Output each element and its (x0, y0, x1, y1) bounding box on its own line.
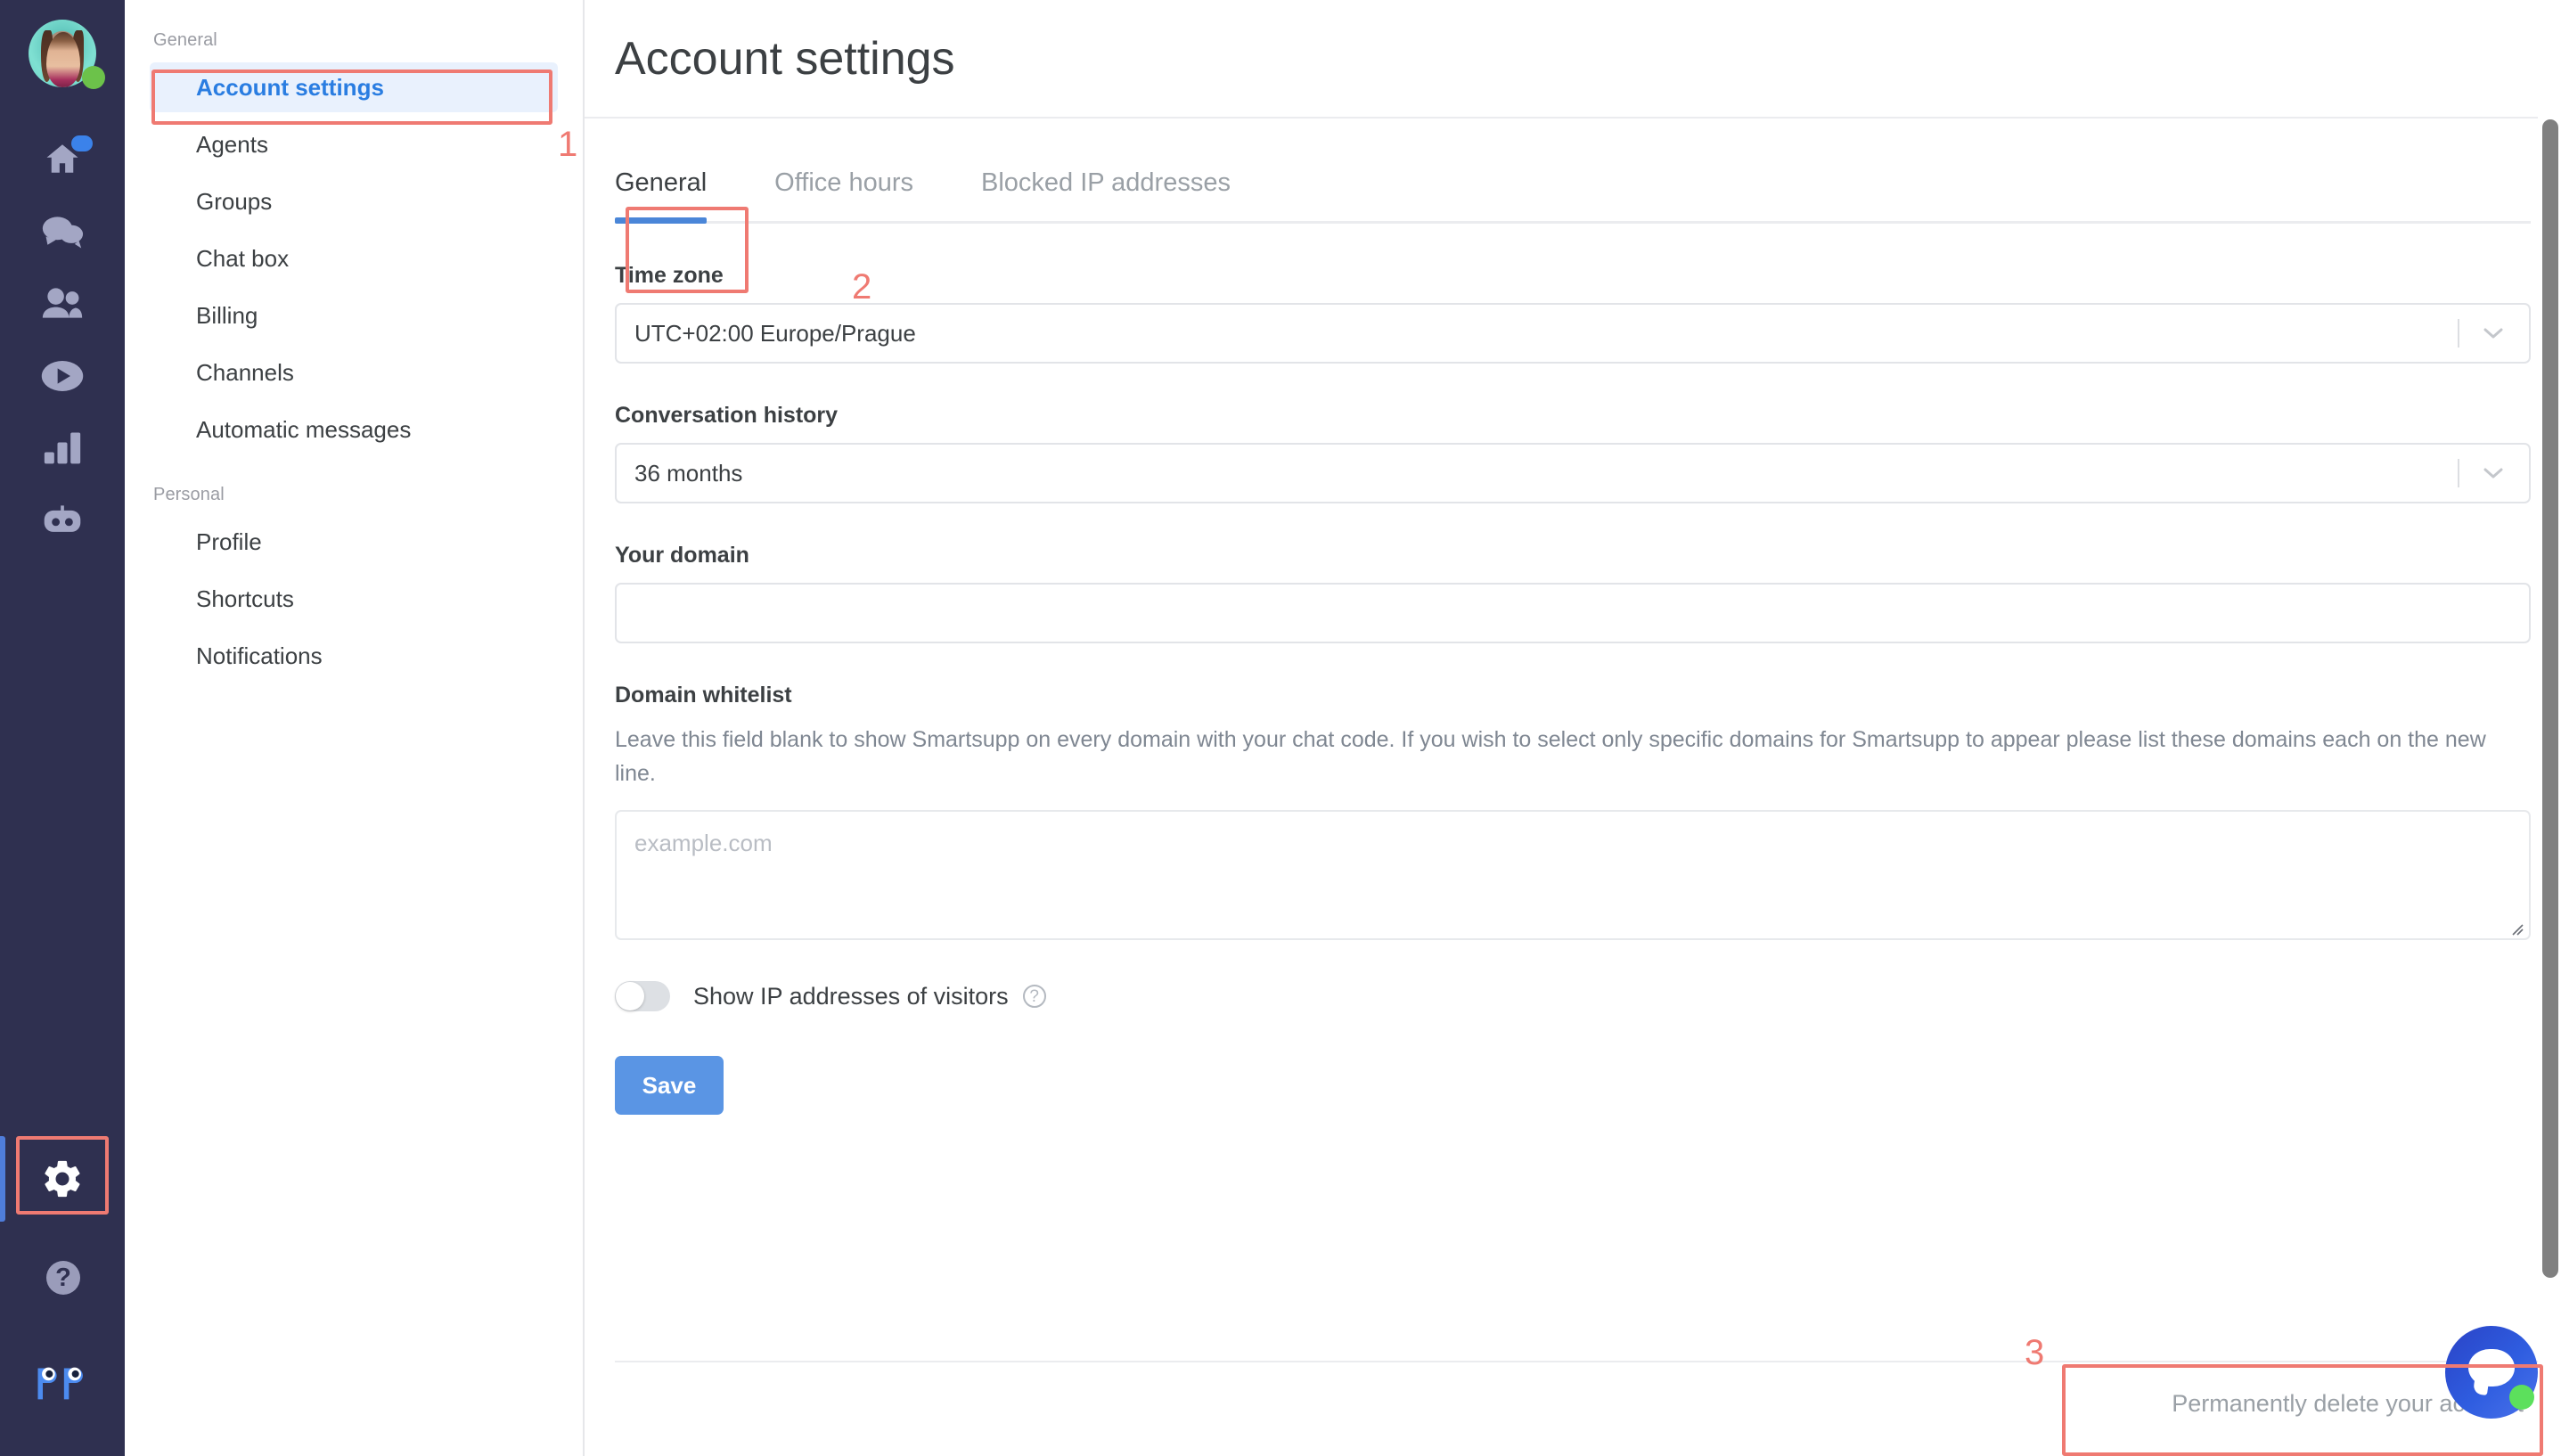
help-icon[interactable]: ? (46, 1261, 80, 1295)
show-ip-label: Show IP addresses of visitors (693, 982, 1009, 1010)
sidebar-group-label-general: General (153, 30, 217, 50)
field-conversation-history: Conversation history 36 months (615, 364, 2531, 503)
play-icon (40, 358, 85, 394)
brand-logo (34, 1363, 91, 1403)
conversation-history-value: 36 months (634, 459, 743, 487)
sidebar-item-chat-box[interactable]: Chat box (150, 233, 558, 283)
bar-chart-icon (43, 430, 82, 464)
sidebar-item-notifications[interactable]: Notifications (150, 631, 558, 681)
icon-rail: ? (0, 0, 125, 1456)
rail-item-home[interactable] (0, 125, 125, 192)
timezone-label: Time zone (615, 263, 724, 288)
conversation-history-select[interactable]: 36 months (615, 443, 2531, 503)
your-domain-input[interactable] (615, 583, 2531, 643)
annotation-number-1: 1 (558, 125, 578, 164)
footer-divider (615, 1361, 2561, 1362)
rail-item-chatbot[interactable] (0, 487, 125, 554)
help-circle-icon[interactable]: ? (1022, 985, 1046, 1008)
rail-item-recordings[interactable] (0, 342, 125, 410)
gear-icon (40, 1157, 85, 1201)
field-timezone: Time zone UTC+02:00 Europe/Prague (615, 224, 2531, 364)
annotation-number-3: 3 (2025, 1333, 2045, 1372)
sidebar-item-channels[interactable]: Channels (150, 348, 558, 397)
domain-whitelist-placeholder: example.com (634, 830, 773, 856)
timezone-select[interactable]: UTC+02:00 Europe/Prague (615, 303, 2531, 364)
sidebar-item-account-settings[interactable]: Account settings (150, 62, 558, 112)
visitors-icon (41, 285, 84, 321)
rail-item-conversations[interactable] (0, 198, 125, 266)
show-ip-toggle[interactable] (615, 981, 670, 1011)
resize-grip-icon[interactable] (2504, 914, 2524, 936)
sidebar-item-shortcuts[interactable]: Shortcuts (150, 574, 558, 624)
chevron-down-icon[interactable] (2458, 305, 2529, 362)
field-domain-whitelist: Domain whitelist Leave this field blank … (615, 643, 2531, 940)
chatbot-icon (41, 503, 84, 537)
conversation-history-label: Conversation history (615, 403, 839, 428)
scrollbar-thumb[interactable] (2542, 119, 2558, 1278)
page-header: Account settings (585, 0, 2561, 119)
sidebar-item-agents[interactable]: Agents (150, 119, 558, 169)
chevron-down-icon[interactable] (2458, 445, 2529, 502)
sidebar-item-profile[interactable]: Profile (150, 517, 558, 567)
sidebar-item-billing[interactable]: Billing (150, 290, 558, 340)
content-area: General Office hours Blocked IP addresse… (585, 119, 2561, 1115)
home-notification-badge (71, 135, 93, 151)
chat-bubble-icon (2468, 1349, 2515, 1386)
rail-item-settings[interactable] (0, 1145, 125, 1213)
rail-item-visitors[interactable] (0, 269, 125, 337)
conversations-icon (41, 213, 84, 250)
domain-whitelist-help: Leave this field blank to show Smartsupp… (615, 727, 2486, 786)
chat-online-dot (2509, 1385, 2534, 1410)
save-button[interactable]: Save (615, 1056, 724, 1115)
timezone-value: UTC+02:00 Europe/Prague (634, 319, 916, 347)
your-domain-label: Your domain (615, 543, 749, 568)
sidebar-item-automatic-messages[interactable]: Automatic messages (150, 405, 558, 454)
sidebar-item-groups[interactable]: Groups (150, 176, 558, 226)
main-panel: Account settings General Office hours Bl… (585, 0, 2561, 1456)
tab-blocked-ip-addresses[interactable]: Blocked IP addresses (981, 168, 1231, 221)
rail-item-statistics[interactable] (0, 413, 125, 481)
annotation-number-2: 2 (852, 267, 872, 307)
show-ip-row: Show IP addresses of visitors ? (615, 940, 2531, 1011)
avatar-face (46, 32, 80, 87)
sidebar-group-label-personal: Personal (153, 485, 225, 504)
sidebar-group-spacer (125, 462, 583, 479)
settings-sidebar: General Account settings Agents Groups C… (125, 0, 585, 1456)
page-title: Account settings (615, 32, 955, 85)
toggle-knob (616, 982, 644, 1010)
avatar-online-dot (82, 66, 105, 89)
field-your-domain: Your domain (615, 503, 2531, 643)
app-root: ? General Account settings Agents Groups… (0, 0, 2561, 1456)
domain-whitelist-label: Domain whitelist (615, 683, 792, 708)
domain-whitelist-textarea[interactable]: example.com (615, 810, 2531, 940)
tab-office-hours[interactable]: Office hours (774, 168, 913, 221)
tab-general[interactable]: General (615, 168, 708, 224)
tab-bar: General Office hours Blocked IP addresse… (615, 119, 2531, 224)
chat-bubble-widget[interactable] (2445, 1326, 2538, 1419)
